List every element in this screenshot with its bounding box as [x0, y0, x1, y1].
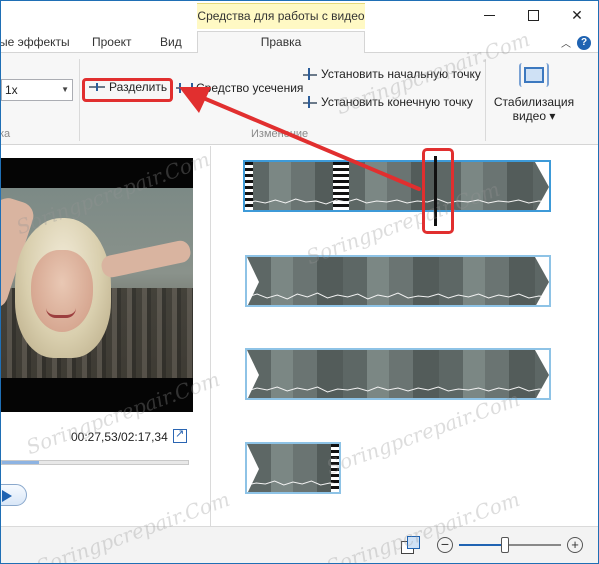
clip-3[interactable] [245, 348, 551, 400]
close-button[interactable]: ✕ [555, 1, 598, 29]
stabilization-label-line2: видео ▾ [512, 109, 556, 123]
highlight-split-marker [422, 148, 454, 234]
seek-bar-fill [2, 461, 40, 464]
stabilization-icon [519, 61, 549, 89]
ribbon-separator [79, 59, 80, 141]
tab-view[interactable]: Вид [160, 33, 182, 53]
audio-waveform [247, 292, 549, 300]
tab-visual-effects[interactable]: ые эффекты [1, 33, 70, 53]
chevron-down-icon: ▼ [61, 85, 69, 94]
contextual-tab-header: Средства для работы с видео [197, 3, 365, 29]
maximize-button[interactable] [511, 1, 555, 29]
stabilization-label-line1: Стабилизация [493, 95, 575, 109]
set-start-point-button[interactable]: Установить начальную точку [303, 67, 481, 81]
minimize-button[interactable] [467, 1, 511, 29]
fullscreen-icon[interactable] [173, 427, 187, 443]
ribbon-tabs: ые эффекты Проект Вид Правка ︿ ? [1, 31, 598, 54]
set-end-label: Установить конечную точку [321, 95, 473, 109]
thumbnail-size-icon[interactable] [401, 536, 420, 554]
preview-panel: 00:27,53/02:17,34 [1, 146, 211, 563]
zoom-in-button[interactable]: + [567, 537, 583, 553]
group-label-adjust: ка [0, 128, 11, 140]
set-start-label: Установить начальную точку [321, 67, 481, 81]
title-bar: Средства для работы с видео ✕ [1, 1, 598, 31]
speed-value: 1x [5, 83, 18, 97]
trim-icon [176, 83, 193, 93]
end-point-icon [303, 96, 317, 108]
zoom-slider-thumb[interactable] [500, 537, 509, 553]
zoom-slider-fill [459, 544, 505, 546]
tab-edit[interactable]: Правка [197, 31, 365, 54]
trim-tool-button[interactable]: Средство усечения [176, 81, 303, 95]
clip-4[interactable] [245, 442, 341, 494]
video-preview[interactable] [1, 158, 193, 412]
chevron-up-icon[interactable]: ︿ [561, 35, 571, 50]
status-bar: − + [1, 526, 598, 563]
highlight-split-button [82, 78, 173, 102]
audio-waveform [247, 480, 339, 486]
audio-waveform [245, 198, 549, 205]
set-end-point-button[interactable]: Установить конечную точку [303, 95, 473, 109]
zoom-out-button[interactable]: − [437, 537, 453, 553]
minimize-icon [483, 14, 495, 16]
seek-bar[interactable] [1, 460, 189, 465]
clip-2[interactable] [245, 255, 551, 307]
audio-waveform [247, 386, 549, 393]
close-icon: ✕ [571, 6, 583, 23]
tab-project[interactable]: Проект [92, 33, 132, 53]
app-window: Средства для работы с видео ✕ ые эффекты… [0, 0, 599, 564]
ribbon-separator [485, 59, 486, 141]
zoom-slider[interactable] [459, 537, 561, 553]
clip-1[interactable] [243, 160, 551, 212]
help-icon[interactable]: ? [577, 36, 591, 50]
group-label-edit: Изменение [251, 128, 309, 140]
start-point-icon [303, 68, 317, 80]
video-frame [1, 188, 193, 378]
maximize-icon [527, 9, 539, 21]
speed-select[interactable]: 1x ▼ [1, 79, 73, 101]
play-button[interactable] [1, 484, 27, 506]
timecode: 00:27,53/02:17,34 [71, 430, 168, 444]
video-stabilization-button[interactable]: Стабилизация видео ▾ [491, 61, 577, 123]
trim-label: Средство усечения [196, 81, 304, 95]
